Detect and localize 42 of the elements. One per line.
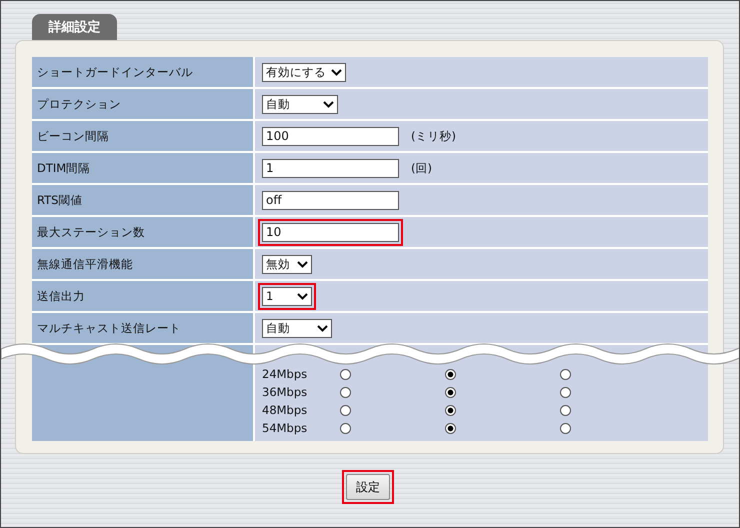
chevron-icon <box>323 100 334 108</box>
rate-label: 54Mbps <box>262 421 308 435</box>
radio-button[interactable] <box>340 404 351 416</box>
dropdown[interactable]: 1 <box>262 286 312 306</box>
setting-label: プロテクション <box>32 89 253 119</box>
unit-label: (ミリ秒) <box>411 128 456 144</box>
setting-label: ビーコン間隔 <box>32 121 253 151</box>
rate-label: 24Mbps <box>262 367 308 381</box>
dropdown[interactable]: 有効にする <box>262 62 346 82</box>
radio-button[interactable] <box>560 368 571 380</box>
dropdown[interactable]: 自動 <box>262 318 332 338</box>
radio-button[interactable] <box>560 386 571 398</box>
set-button[interactable]: 設定 <box>346 474 390 500</box>
chevron-icon <box>317 324 328 332</box>
setting-label: ショートガードインターバル <box>32 57 253 87</box>
radio-button[interactable] <box>340 386 351 398</box>
radio-button[interactable] <box>560 422 571 434</box>
rate-label: 36Mbps <box>262 385 308 399</box>
radio-button[interactable] <box>445 386 456 398</box>
input-field[interactable]: off <box>262 190 399 210</box>
input-field[interactable]: 10 <box>262 222 399 242</box>
chevron-icon <box>297 260 308 268</box>
chevron-icon <box>297 292 308 300</box>
input-field[interactable]: 100 <box>262 126 399 146</box>
chevron-icon <box>331 68 342 76</box>
setting-label: RTS閾値 <box>32 185 253 215</box>
radio-button[interactable] <box>445 422 456 434</box>
setting-label: DTIM間隔 <box>32 153 253 183</box>
radio-button[interactable] <box>445 368 456 380</box>
radio-button[interactable] <box>445 404 456 416</box>
radio-button[interactable] <box>340 368 351 380</box>
dropdown[interactable]: 自動 <box>262 94 338 114</box>
setting-label: 送信出力 <box>32 281 253 311</box>
unit-label: (回) <box>411 160 432 176</box>
setting-label: マルチキャスト送信レート <box>32 313 253 343</box>
radio-button[interactable] <box>340 422 351 434</box>
rate-label: 48Mbps <box>262 403 308 417</box>
setting-label: 無線通信平滑機能 <box>32 249 253 279</box>
setting-label: 最大ステーション数 <box>32 217 253 247</box>
radio-button[interactable] <box>560 404 571 416</box>
dropdown[interactable]: 無効 <box>262 254 312 274</box>
input-field[interactable]: 1 <box>262 158 399 178</box>
